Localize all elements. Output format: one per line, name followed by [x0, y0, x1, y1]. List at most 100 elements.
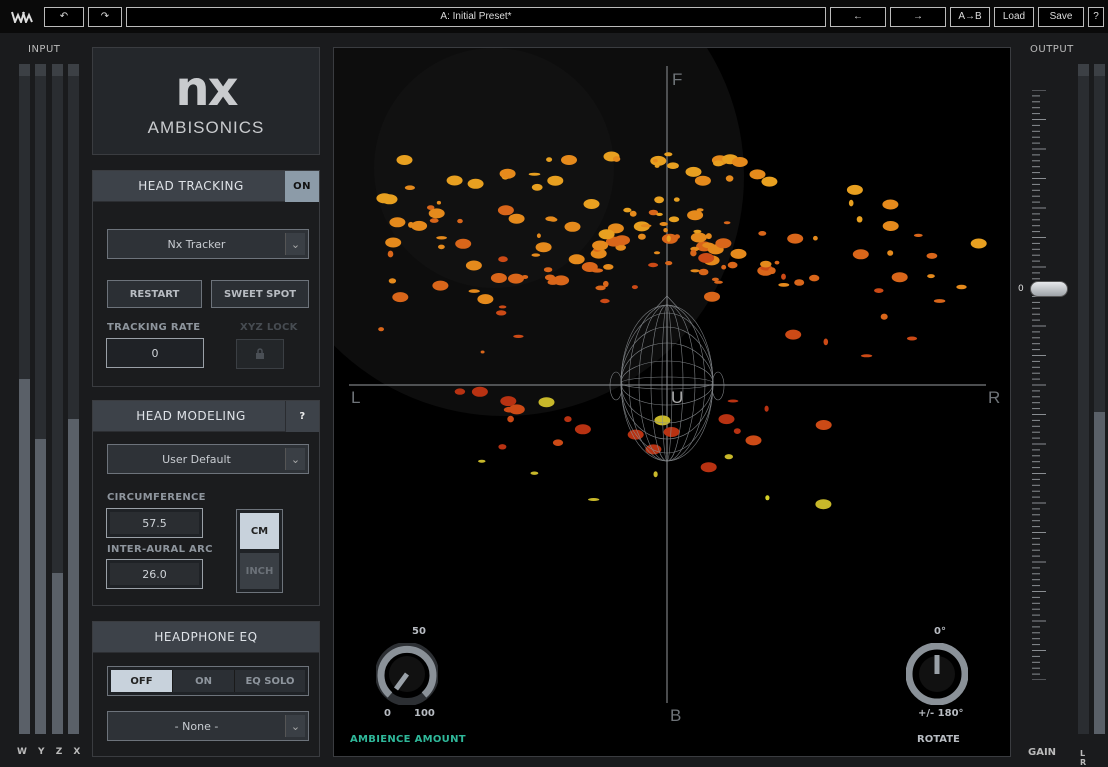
- preset-name: A: Initial Preset*: [440, 11, 512, 22]
- sound-particle: [500, 396, 517, 407]
- eq-solo-button[interactable]: EQ SOLO: [235, 670, 305, 692]
- sound-particle: [913, 233, 923, 237]
- arrow-right-icon: →: [913, 11, 923, 22]
- eq-on-button[interactable]: ON: [173, 670, 235, 692]
- sound-particle: [724, 454, 733, 460]
- sound-particle: [588, 498, 600, 501]
- head-model-select[interactable]: User Default ⌄: [107, 444, 309, 474]
- output-meter-r: [1094, 64, 1105, 734]
- sound-particle: [731, 157, 748, 167]
- cm-button[interactable]: CM: [240, 513, 279, 549]
- head-modeling-title: HEAD MODELING: [136, 409, 246, 423]
- sound-particle: [561, 155, 577, 165]
- toolbar: ↶ ↷ A: Initial Preset* ← → A→B Load Save…: [0, 0, 1108, 33]
- sound-particle: [715, 238, 732, 249]
- sound-particle: [663, 427, 680, 437]
- head-modeling-help-button[interactable]: ?: [285, 401, 319, 432]
- front-label: F: [672, 70, 683, 89]
- gain-value: 0: [1018, 284, 1024, 294]
- ab-compare-button[interactable]: A→B: [950, 6, 990, 27]
- ambience-knob[interactable]: [375, 642, 439, 706]
- back-label: B: [670, 706, 682, 725]
- load-label: Load: [1002, 11, 1026, 22]
- sound-particle: [508, 404, 525, 415]
- sound-particle: [749, 169, 766, 180]
- spatial-display[interactable]: F L R U B 50 0 100 AMBIENCE AMOUNT 0° +/…: [333, 47, 1011, 757]
- xyz-lock-button[interactable]: [236, 339, 284, 369]
- undo-button[interactable]: ↶: [44, 6, 84, 27]
- inch-button[interactable]: INCH: [240, 553, 279, 589]
- sound-particle: [880, 313, 888, 320]
- sound-particle: [823, 338, 829, 346]
- sound-particle: [468, 289, 480, 293]
- sound-particle: [508, 213, 525, 224]
- waves-logo[interactable]: [4, 7, 40, 27]
- ambience-min-label: 0: [384, 708, 391, 719]
- rotate-knob[interactable]: [905, 642, 969, 706]
- sound-particle: [429, 218, 439, 223]
- sound-particle: [388, 278, 397, 284]
- gain-scale: [1032, 90, 1046, 680]
- gain-slider-handle[interactable]: [1030, 281, 1068, 297]
- save-button[interactable]: Save: [1038, 6, 1084, 27]
- tracker-select[interactable]: Nx Tracker ⌄: [107, 229, 309, 259]
- restart-button[interactable]: RESTART: [107, 280, 202, 308]
- sound-particle: [446, 175, 463, 186]
- up-label: U: [671, 388, 684, 407]
- sound-particle: [668, 216, 680, 223]
- next-preset-button[interactable]: →: [890, 6, 946, 27]
- head-modeling-header: HEAD MODELING ?: [93, 401, 319, 432]
- lock-icon: [256, 348, 264, 359]
- sound-particle: [906, 336, 918, 341]
- sound-particle: [654, 196, 664, 204]
- help-button[interactable]: ?: [1088, 6, 1104, 27]
- sound-particle: [705, 233, 712, 240]
- sound-particle: [645, 444, 662, 455]
- brand-panel: nx AMBISONICS: [92, 47, 320, 155]
- tracking-rate-field[interactable]: 0: [106, 338, 204, 368]
- sound-particle: [727, 261, 738, 269]
- ab-label: A→B: [958, 11, 982, 22]
- sound-particle: [396, 155, 413, 165]
- sound-particle: [653, 251, 661, 255]
- sound-particle: [467, 178, 484, 189]
- sound-particle: [480, 350, 485, 354]
- sound-particle: [860, 354, 873, 358]
- sound-particle: [696, 208, 704, 212]
- circumference-field[interactable]: 57.5: [106, 508, 203, 538]
- sound-particle: [438, 244, 445, 250]
- sound-particle: [595, 285, 606, 291]
- sound-particle: [538, 397, 555, 408]
- eq-off-button[interactable]: OFF: [111, 670, 173, 692]
- sound-particle: [933, 299, 946, 303]
- sound-particle: [787, 233, 804, 244]
- sound-particle: [436, 236, 447, 240]
- inter-aural-arc-field[interactable]: 26.0: [106, 559, 203, 589]
- redo-button[interactable]: ↷: [88, 6, 122, 27]
- sound-particle: [552, 439, 564, 447]
- sound-particle: [815, 499, 832, 510]
- sound-particle: [536, 233, 541, 238]
- sound-particle: [499, 168, 516, 179]
- sound-particle: [815, 420, 832, 430]
- sound-particle: [856, 216, 863, 223]
- sound-particle: [378, 327, 384, 332]
- head-tracking-toggle[interactable]: ON: [285, 171, 319, 202]
- sound-particle: [794, 279, 805, 286]
- load-button[interactable]: Load: [994, 6, 1034, 27]
- output-meter-l: [1078, 64, 1089, 734]
- sound-particle: [612, 156, 621, 162]
- sweet-spot-button[interactable]: SWEET SPOT: [211, 280, 309, 308]
- sound-particle: [478, 459, 486, 463]
- input-meter-z: [52, 64, 63, 734]
- redo-icon: ↷: [100, 11, 110, 22]
- sound-particle: [698, 268, 709, 276]
- previous-preset-button[interactable]: ←: [830, 6, 886, 27]
- input-meter-x: [68, 64, 79, 734]
- sound-particle: [508, 273, 524, 284]
- headphone-model-select[interactable]: - None - ⌄: [107, 711, 309, 741]
- sound-particle: [497, 205, 514, 216]
- sound-particle: [648, 262, 659, 268]
- sound-particle: [640, 224, 652, 228]
- preset-name-field[interactable]: A: Initial Preset*: [126, 6, 826, 27]
